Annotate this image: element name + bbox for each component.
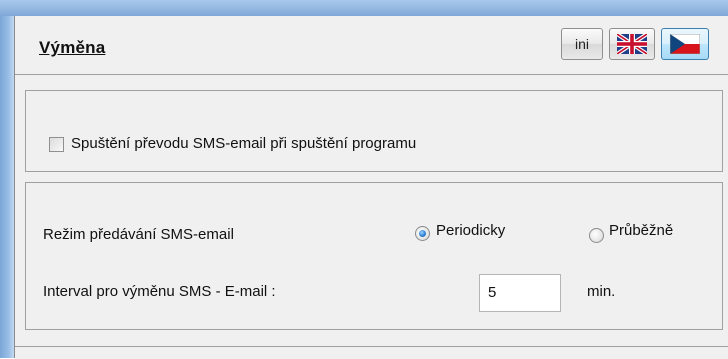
- header-divider: [15, 74, 728, 75]
- transfer-mode-label: Režim předávání SMS-email: [43, 226, 234, 243]
- interval-input[interactable]: 5: [479, 274, 561, 312]
- language-czech-button[interactable]: [661, 28, 709, 60]
- page-title: Výměna: [39, 38, 106, 57]
- window-frame-left: [0, 16, 14, 358]
- window-frame-top: [0, 0, 728, 16]
- transfer-settings-group: [25, 182, 723, 330]
- radio-periodicky[interactable]: [415, 226, 430, 241]
- bottom-divider: [15, 346, 728, 359]
- startup-checkbox[interactable]: [49, 137, 64, 152]
- radio-prubezne[interactable]: [589, 228, 604, 243]
- language-english-button[interactable]: [609, 28, 655, 60]
- czech-flag-icon: [670, 34, 700, 54]
- startup-checkbox-label[interactable]: Spuštění převodu SMS-email při spuštění …: [71, 135, 416, 152]
- uk-flag-icon: [617, 34, 647, 54]
- interval-unit: min.: [587, 283, 616, 300]
- panel-header: Výměna ini: [15, 16, 728, 74]
- startup-group: [25, 90, 723, 172]
- radio-periodicky-label[interactable]: Periodicky: [436, 222, 505, 239]
- interval-label: Interval pro výměnu SMS - E-mail :: [43, 283, 276, 300]
- ini-button-label: ini: [574, 36, 589, 52]
- settings-panel: Výměna ini Spuštění převodu SMS-email př…: [14, 16, 728, 359]
- radio-prubezne-label[interactable]: Průběžně: [609, 222, 673, 239]
- ini-button[interactable]: ini: [561, 28, 603, 60]
